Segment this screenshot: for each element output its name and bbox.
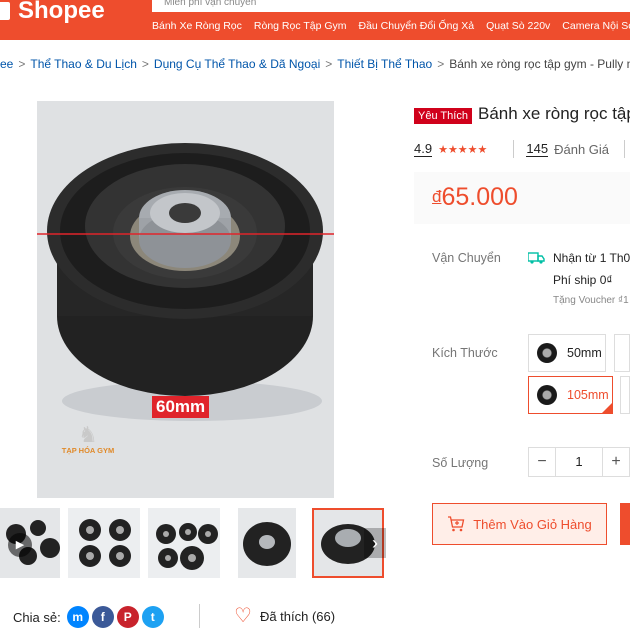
product-title: Bánh xe ròng rọc tập <box>478 104 630 123</box>
breadcrumb: ee > Thể Thao & Du Lịch > Dụng Cụ Thể Thao &… <box>0 57 630 71</box>
price-box: đ65.000 <box>414 172 630 224</box>
twitter-icon[interactable]: t <box>141 606 164 628</box>
share-bar: Chia sẻ: m f P t <box>13 606 167 628</box>
search-input[interactable]: Miễn phí vận chuyển <box>152 0 630 12</box>
size-option[interactable]: 50mm <box>528 334 606 372</box>
size-option-label: 50mm <box>567 346 602 360</box>
suggestion-link[interactable]: Đầu Chuyển Đổi Ống Xả <box>359 20 475 32</box>
like-button[interactable]: ♡ Đã thích (66) <box>234 606 335 626</box>
play-icon[interactable]: ▶ <box>8 533 32 557</box>
add-to-cart-button[interactable]: Thêm Vào Giỏ Hàng <box>432 503 607 545</box>
divider <box>624 140 625 158</box>
shopee-logo[interactable]: Shopee <box>0 0 105 24</box>
pulley-pair-thumbnail <box>68 508 140 578</box>
shipping-fee: Phí ship 0₫ <box>553 273 613 287</box>
thumbnail-video[interactable]: ▶ <box>0 508 60 578</box>
check-icon <box>601 402 613 414</box>
breadcrumb-link[interactable]: Thể Thao & Du Lịch <box>30 57 137 71</box>
breadcrumb-link[interactable]: ee <box>0 57 13 71</box>
thumbnail-image[interactable] <box>68 508 140 578</box>
cart-plus-icon <box>448 516 465 532</box>
divider <box>513 140 515 158</box>
buy-now-button[interactable] <box>620 503 630 545</box>
increase-button[interactable]: + <box>602 447 630 477</box>
rating-row: 4.9 ★★★★★ 145 Đánh Giá <box>414 140 609 158</box>
size-option[interactable] <box>614 334 630 372</box>
product-price: đ65.000 <box>432 183 518 212</box>
share-label: Chia sẻ: <box>13 609 61 625</box>
chevron-right-icon[interactable]: › <box>364 528 386 558</box>
star-rating-icon: ★★★★★ <box>438 143 488 156</box>
quantity-input[interactable]: 1 <box>556 447 602 477</box>
thumbnail-image[interactable] <box>238 508 296 578</box>
divider <box>199 604 200 628</box>
shipping-voucher: Tặng Voucher ₫1 <box>553 295 629 306</box>
decrease-button[interactable]: − <box>528 447 556 477</box>
heart-icon: ♡ <box>234 605 252 627</box>
review-count[interactable]: 145 <box>526 141 549 157</box>
main-product-image[interactable]: ♞ TẠP HÓA GYM <box>37 101 334 498</box>
watermark-text: TẠP HÓA GYM <box>61 446 115 455</box>
suggestion-link[interactable]: Camera Nội Sơ <box>562 20 630 32</box>
suggestion-link[interactable]: Ròng Rọc Tập Gym <box>254 20 347 32</box>
breadcrumb-separator: > <box>437 57 445 71</box>
breadcrumb-link[interactable]: Thiết Bị Thể Thao <box>337 57 432 71</box>
pulley-option-icon <box>537 343 557 363</box>
breadcrumb-separator: > <box>18 57 26 71</box>
shipping-time: Nhận từ 1 Th0 <box>553 251 630 265</box>
size-tag: 60mm <box>152 396 210 418</box>
messenger-icon[interactable]: m <box>66 606 89 628</box>
favorite-badge: Yêu Thích <box>414 108 472 124</box>
pinterest-icon[interactable]: P <box>116 606 139 628</box>
breadcrumb-current: Bánh xe ròng rọc tập gym - Pully nhôm <box>449 57 630 71</box>
pulley-single-thumbnail <box>238 508 296 578</box>
shopping-bag-icon <box>0 2 10 20</box>
pulley-group-thumbnail <box>148 508 220 578</box>
breadcrumb-separator: > <box>141 57 149 71</box>
breadcrumb-link[interactable]: Dụng Cụ Thể Thao & Dã Ngoại <box>154 57 320 71</box>
top-header: Shopee Miễn phí vận chuyển Bánh Xe Ròng … <box>0 0 630 40</box>
add-to-cart-label: Thêm Vào Giỏ Hàng <box>473 516 592 532</box>
size-option[interactable] <box>620 376 630 414</box>
suggestion-link[interactable]: Bánh Xe Ròng Rọc <box>152 20 242 32</box>
watermark-logo: ♞ TẠP HÓA GYM <box>53 422 123 456</box>
shipping-label: Vận Chuyển <box>432 251 501 265</box>
like-count: Đã thích (66) <box>259 608 336 624</box>
quantity-stepper: − 1 + <box>528 447 630 477</box>
size-option-selected[interactable]: 105mm <box>528 376 613 414</box>
suggestion-link[interactable]: Quạt Sò 220v <box>486 20 550 32</box>
review-label: Đánh Giá <box>554 141 610 157</box>
search-suggestions: Bánh Xe Ròng Rọc Ròng Rọc Tập Gym Đầu Ch… <box>152 20 630 32</box>
breadcrumb-separator: > <box>325 57 333 71</box>
logo-text: Shopee <box>18 0 105 24</box>
pulley-option-icon <box>537 385 557 405</box>
quantity-label: Số Lượng <box>432 456 489 470</box>
facebook-icon[interactable]: f <box>91 606 114 628</box>
thumbnail-image[interactable] <box>148 508 220 578</box>
truck-icon <box>528 252 545 264</box>
size-label: Kích Thước <box>432 346 498 360</box>
gym-mascot-icon: ♞ <box>78 422 98 447</box>
rating-value[interactable]: 4.9 <box>414 141 433 157</box>
size-option-label: 105mm <box>567 388 609 402</box>
price-value: 65.000 <box>441 183 518 211</box>
thumbnail-strip: ▶ <box>0 508 390 580</box>
